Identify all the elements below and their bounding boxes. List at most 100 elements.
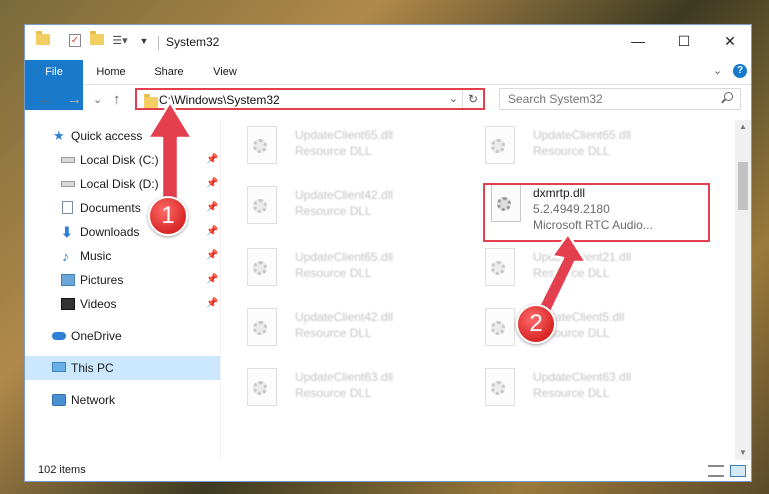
dll-file-icon (247, 126, 277, 164)
item-count: 102 items (38, 464, 86, 476)
explorer-window: ✓ ☰▾ ▼ System32 — ☐ ✕ File Home Share Vi… (24, 24, 752, 482)
customize-toolbar-icon[interactable]: ☰▾ (111, 34, 129, 47)
sidebar-item-label: Pictures (80, 273, 124, 287)
back-icon[interactable]: ← (37, 91, 52, 108)
file-item[interactable]: UpdateClient65.dll Resource DLL (221, 244, 441, 294)
folder-icon (35, 31, 51, 45)
maximize-button[interactable]: ☐ (661, 25, 707, 57)
file-item[interactable]: UpdateClient42.dll Resource DLL (221, 182, 441, 232)
sidebar-item-videos[interactable]: Videos 📌 (25, 292, 220, 316)
pin-icon: 📌 (206, 202, 219, 213)
pin-icon: 📌 (206, 178, 219, 189)
navigation-bar: ← → ⌄ ↑ C:\Windows\System32 ⌄ ↻ (25, 85, 751, 115)
file-description: Resource DLL (533, 386, 610, 400)
new-folder-icon[interactable] (89, 31, 105, 45)
tab-home[interactable]: Home (87, 60, 135, 84)
file-name: UpdateClient65.dll (533, 128, 632, 142)
file-name: UpdateClient42.dll (295, 310, 394, 324)
refresh-icon[interactable]: ↻ (462, 90, 483, 108)
dll-file-icon (247, 308, 277, 346)
pin-icon: 📌 (206, 298, 219, 309)
file-name: UpdateClient65.dll (295, 250, 394, 264)
file-description: Resource DLL (295, 386, 372, 400)
sidebar-item-music[interactable]: ♪ Music 📌 (25, 244, 220, 268)
highlight-box (483, 183, 710, 242)
tab-share[interactable]: Share (145, 60, 193, 84)
computer-icon (52, 362, 66, 372)
download-icon: ⬇ (61, 224, 73, 240)
step-badge-2: 2 (516, 304, 556, 344)
file-item[interactable]: UpdateClient63.dll Resource DLL (221, 364, 441, 414)
dll-file-icon (247, 186, 277, 224)
pin-icon: 📌 (206, 274, 219, 285)
details-view-icon[interactable] (708, 465, 724, 477)
status-bar: 102 items (25, 460, 751, 482)
file-description: Resource DLL (295, 266, 372, 280)
search-input[interactable] (500, 89, 718, 109)
scrollbar-thumb[interactable] (738, 162, 748, 210)
sidebar-item-downloads[interactable]: ⬇ Downloads 📌 (25, 220, 220, 244)
disk-icon (61, 181, 75, 187)
file-description: Resource DLL (295, 144, 372, 158)
file-list: UpdateClient65.dll Resource DLL UpdateCl… (221, 120, 737, 460)
large-icons-view-icon[interactable] (730, 465, 746, 477)
search-icon[interactable] (724, 92, 733, 101)
expand-ribbon-icon[interactable]: ⌄ (713, 64, 722, 77)
forward-icon[interactable]: → (67, 91, 82, 108)
recent-locations-icon[interactable]: ⌄ (93, 93, 102, 106)
window-title: System32 (166, 35, 220, 49)
pin-icon: 📌 (206, 250, 219, 261)
title-separator (158, 36, 159, 50)
tab-view[interactable]: View (203, 60, 247, 84)
file-description: Resource DLL (295, 326, 372, 340)
help-icon[interactable]: ? (733, 64, 747, 78)
close-button[interactable]: ✕ (707, 25, 753, 57)
file-item[interactable]: UpdateClient65.dll Resource DLL (459, 122, 679, 172)
sidebar-item-label: Network (71, 393, 116, 407)
vertical-scrollbar[interactable]: ▲ ▼ (735, 120, 751, 460)
sidebar-item-pictures[interactable]: Pictures 📌 (25, 268, 220, 292)
documents-icon (62, 201, 73, 214)
toolbar-dropdown-icon[interactable]: ▼ (139, 36, 149, 46)
disk-icon (61, 157, 75, 163)
search-box[interactable] (499, 88, 741, 110)
scroll-down-icon[interactable]: ▼ (735, 446, 751, 460)
ribbon-tabs: File Home Share View ⌄ ? (25, 60, 751, 110)
step-badge-1: 1 (148, 196, 188, 236)
file-description: Resource DLL (533, 144, 610, 158)
title-bar: ✓ ☰▾ ▼ System32 — ☐ ✕ (25, 25, 751, 60)
star-icon: ★ (53, 128, 65, 143)
music-icon: ♪ (62, 248, 69, 264)
minimize-button[interactable]: — (615, 25, 661, 57)
sidebar-item-onedrive[interactable]: OneDrive (25, 324, 220, 348)
dll-file-icon (247, 368, 277, 406)
sidebar-item-label: Music (80, 249, 112, 263)
dll-file-icon (485, 126, 515, 164)
sidebar-item-this-pc[interactable]: This PC (25, 356, 220, 380)
pictures-icon (61, 274, 75, 286)
pin-icon: 📌 (206, 154, 219, 165)
sidebar-item-network[interactable]: Network (25, 388, 220, 412)
cloud-icon (52, 332, 66, 340)
file-item[interactable]: UpdateClient63.dll Resource DLL (459, 364, 679, 414)
sidebar-item-label: Downloads (80, 225, 140, 239)
sidebar-item-label: Quick access (71, 129, 143, 143)
file-item[interactable]: UpdateClient65.dll Resource DLL (221, 122, 441, 172)
videos-icon (61, 298, 75, 310)
file-name: UpdateClient42.dll (295, 188, 394, 202)
scroll-up-icon[interactable]: ▲ (735, 120, 751, 134)
properties-icon[interactable]: ✓ (67, 34, 83, 47)
network-icon (52, 394, 66, 406)
sidebar-item-label: OneDrive (71, 329, 122, 343)
up-icon[interactable]: ↑ (113, 91, 121, 108)
file-name: UpdateClient65.dll (295, 128, 394, 142)
dll-file-icon (247, 248, 277, 286)
file-description: Resource DLL (295, 204, 372, 218)
dll-file-icon (485, 308, 515, 346)
dll-file-icon (485, 368, 515, 406)
file-item[interactable]: UpdateClient42.dll Resource DLL (221, 304, 441, 354)
sidebar-item-label: Videos (80, 297, 117, 311)
address-dropdown-icon[interactable]: ⌄ (449, 92, 458, 105)
sidebar-item-label: This PC (71, 361, 114, 375)
file-name: UpdateClient63.dll (533, 370, 632, 384)
